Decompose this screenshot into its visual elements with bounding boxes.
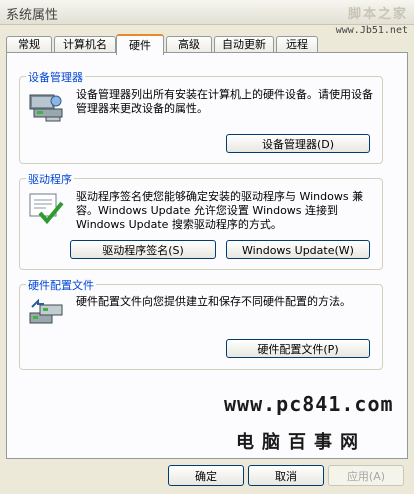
ok-button[interactable]: 确定 <box>168 465 244 486</box>
group-title-drivers: 驱动程序 <box>26 171 74 187</box>
tab-advanced[interactable]: 高级 <box>166 36 212 53</box>
tab-remote[interactable]: 远程 <box>276 36 318 53</box>
apply-button[interactable]: 应用(A) <box>328 465 404 486</box>
group-drivers: 驱动程序 驱动程序签名使您能够确定安装的驱动程序与 Windows 兼容。Win… <box>19 171 383 270</box>
driver-signing-icon <box>29 193 64 225</box>
group-title-device-manager: 设备管理器 <box>26 69 85 85</box>
tab-hardware[interactable]: 硬件 <box>116 34 164 55</box>
device-manager-button[interactable]: 设备管理器(D) <box>226 134 370 153</box>
tab-general[interactable]: 常规 <box>6 36 52 53</box>
drivers-description: 驱动程序签名使您能够确定安装的驱动程序与 Windows 兼容。Windows … <box>76 190 364 231</box>
title-bar: 系统属性 脚本之家 <box>0 0 414 25</box>
windows-update-button[interactable]: Windows Update(W) <box>226 240 370 259</box>
group-device-manager: 设备管理器 设备管理器列出所有安装在计算机上的硬件设备。请使用设备管理器来更改设… <box>19 69 383 164</box>
watermark-top: 脚本之家 <box>347 7 408 22</box>
driver-signing-button[interactable]: 驱动程序签名(S) <box>70 240 216 259</box>
tab-strip: 常规 计算机名 硬件 高级 自动更新 远程 <box>6 34 406 55</box>
tab-computer-name[interactable]: 计算机名 <box>54 36 116 53</box>
hardware-profile-icon <box>29 298 63 324</box>
hardware-profiles-button[interactable]: 硬件配置文件(P) <box>226 339 370 358</box>
tab-auto-update[interactable]: 自动更新 <box>214 36 274 53</box>
hardware-profiles-description: 硬件配置文件向您提供建立和保存不同硬件配置的方法。 <box>76 295 351 308</box>
window-title: 系统属性 <box>6 8 59 23</box>
brand-url: www.pc841.com <box>224 392 394 416</box>
cancel-button[interactable]: 取消 <box>248 465 324 486</box>
group-hardware-profiles: 硬件配置文件 硬件配置文件向您提供建立和保存不同硬件配置的方法。 硬件配置文件(… <box>19 277 383 370</box>
device-manager-icon <box>29 94 63 122</box>
brand-name: 电脑百事网 <box>236 432 366 453</box>
device-manager-description: 设备管理器列出所有安装在计算机上的硬件设备。请使用设备管理器来更改设备的属性。 <box>76 88 373 115</box>
group-title-hardware-profiles: 硬件配置文件 <box>26 277 96 293</box>
